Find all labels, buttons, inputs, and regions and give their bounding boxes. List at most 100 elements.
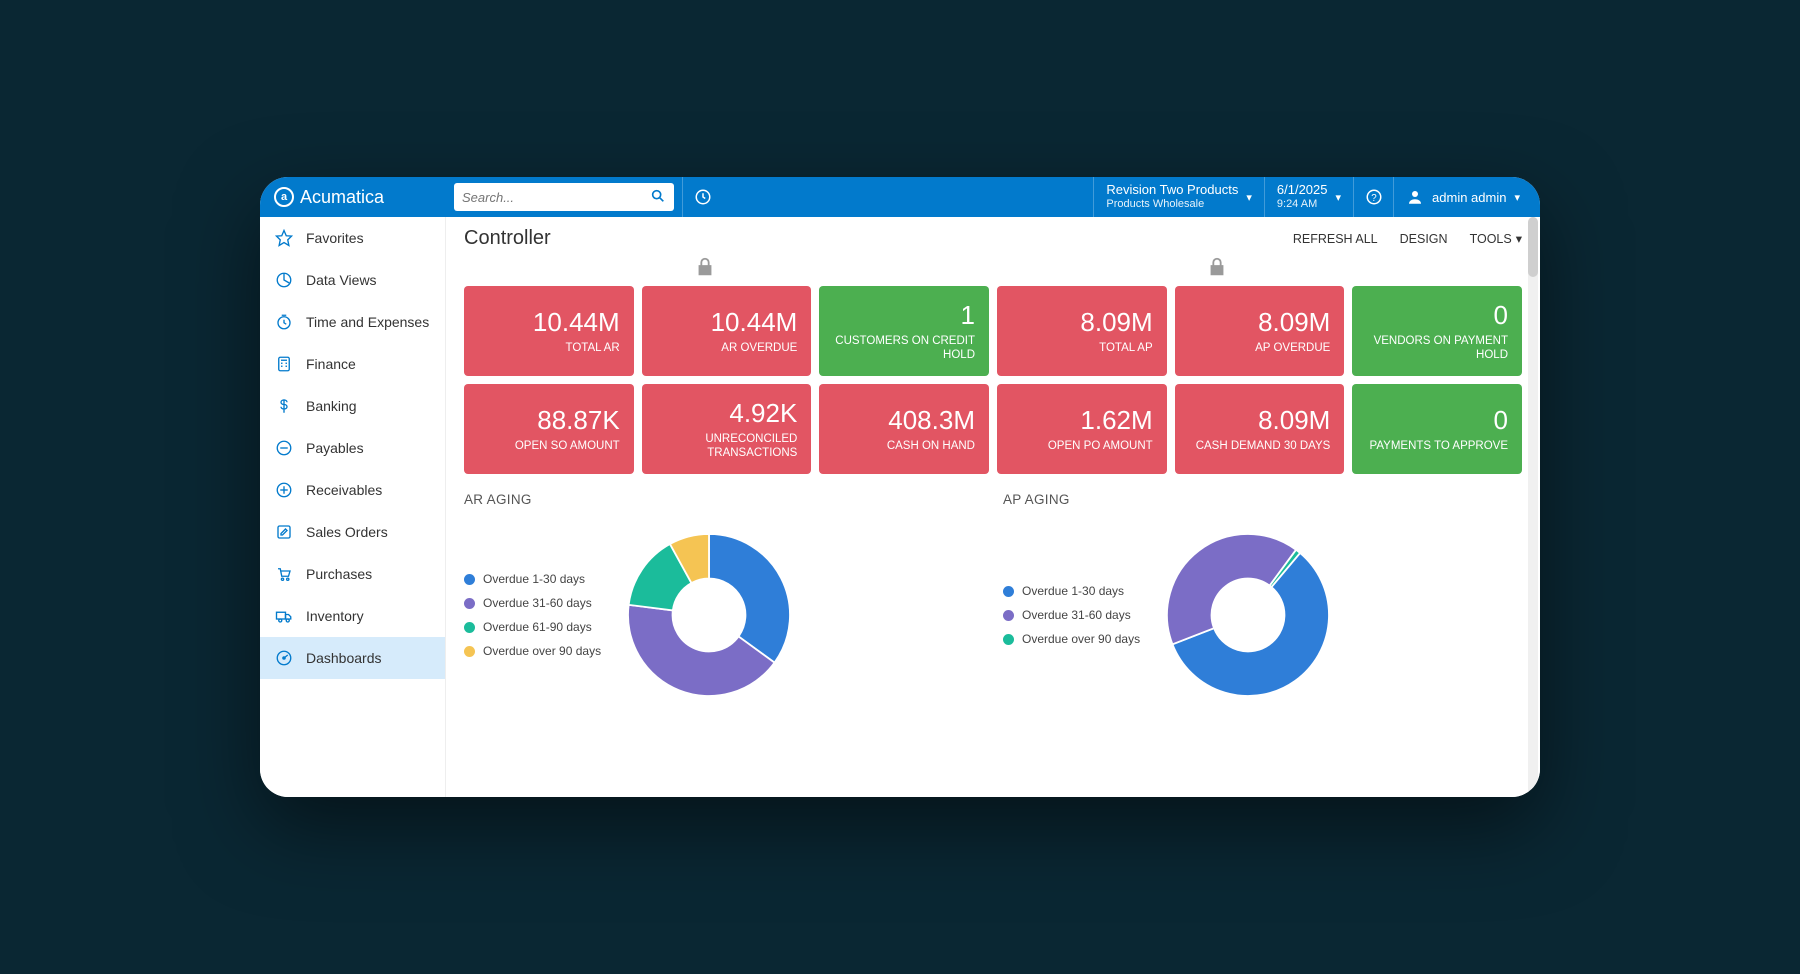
kpi-open-po-amount[interactable]: 1.62M OPEN PO AMOUNT: [997, 384, 1167, 474]
kpi-ar-overdue[interactable]: 10.44MAR OVERDUE: [642, 286, 812, 376]
kpi-label: UNRECONCILED TRANSACTIONS: [656, 433, 798, 461]
sidebar-item-purchases[interactable]: Purchases: [260, 553, 445, 595]
scrollbar-thumb[interactable]: [1528, 217, 1538, 277]
chevron-down-icon: ▾: [1336, 191, 1342, 204]
sidebar-item-payables[interactable]: Payables: [260, 427, 445, 469]
kpi-label: OPEN PO AMOUNT: [1048, 440, 1153, 454]
calc-icon: [274, 355, 294, 373]
chevron-down-icon: ▾: [1246, 191, 1252, 204]
sidebar-item-receivables[interactable]: Receivables: [260, 469, 445, 511]
sidebar-item-label: Purchases: [306, 566, 372, 582]
kpi-payments-to-approve[interactable]: 0 PAYMENTS TO APPROVE: [1352, 384, 1522, 474]
dollar-icon: [274, 397, 294, 415]
sidebar-item-label: Dashboards: [306, 650, 382, 666]
sidebar-item-label: Receivables: [306, 482, 382, 498]
company-selector[interactable]: Revision Two Products Products Wholesale…: [1093, 177, 1264, 217]
kpi-value: 8.09M: [1258, 405, 1330, 436]
tools-button[interactable]: TOOLS ▾: [1470, 231, 1522, 246]
history-button[interactable]: [682, 177, 722, 217]
search-input[interactable]: [462, 190, 650, 205]
sidebar-item-label: Sales Orders: [306, 524, 388, 540]
sidebar-item-inventory[interactable]: Inventory: [260, 595, 445, 637]
clock-icon: [274, 313, 294, 331]
business-date-value: 6/1/2025: [1277, 183, 1328, 198]
ap-aging-title: AP AGING: [1003, 492, 1522, 507]
kpi-value: 10.44M: [711, 307, 798, 338]
sidebar-item-label: Inventory: [306, 608, 364, 624]
kpi-label: PAYMENTS TO APPROVE: [1370, 440, 1508, 454]
kpi-row-1: 10.44MTOTAL AR10.44MAR OVERDUE1CUSTOMERS…: [464, 286, 1522, 376]
legend-dot: [464, 598, 475, 609]
sidebar-item-label: Data Views: [306, 272, 377, 288]
kpi-value: 408.3M: [888, 405, 975, 436]
kpi-value: 1.62M: [1080, 405, 1152, 436]
kpi-total-ap[interactable]: 8.09M TOTAL AP: [997, 286, 1167, 376]
user-name: admin admin: [1432, 190, 1506, 205]
truck-icon: [274, 607, 294, 625]
kpi-cash-on-hand[interactable]: 408.3MCASH ON HAND: [819, 384, 989, 474]
kpi-value: 10.44M: [533, 307, 620, 338]
kpi-open-so-amount[interactable]: 88.87KOPEN SO AMOUNT: [464, 384, 634, 474]
search-icon[interactable]: [650, 188, 666, 207]
legend-item[interactable]: Overdue over 90 days: [464, 644, 601, 658]
kpi-cash-demand-30-days[interactable]: 8.09MCASH DEMAND 30 DAYS: [1175, 384, 1345, 474]
charts-row: AR AGING Overdue 1-30 daysOverdue 31-60 …: [464, 492, 1522, 705]
body: Favorites Data Views Time and Expenses Fina…: [260, 217, 1540, 797]
legend-item[interactable]: Overdue 31-60 days: [464, 596, 601, 610]
refresh-all-button[interactable]: REFRESH ALL: [1293, 231, 1378, 246]
business-time-value: 9:24 AM: [1277, 198, 1328, 211]
legend-item[interactable]: Overdue 61-90 days: [464, 620, 601, 634]
legend-item[interactable]: Overdue over 90 days: [1003, 632, 1140, 646]
kpi-customers-on-credit-hold[interactable]: 1CUSTOMERS ON CREDIT HOLD: [819, 286, 989, 376]
plus-icon: [274, 481, 294, 499]
search-wrap: [446, 177, 682, 217]
locks-row: [464, 256, 1522, 286]
kpi-label: TOTAL AP: [1099, 342, 1152, 356]
kpi-total-ar[interactable]: 10.44MTOTAL AR: [464, 286, 634, 376]
pencil-icon: [274, 523, 294, 541]
kpi-ap-overdue[interactable]: 8.09M AP OVERDUE: [1175, 286, 1345, 376]
sidebar-item-label: Finance: [306, 356, 356, 372]
kpi-label: OPEN SO AMOUNT: [515, 440, 620, 454]
company-name: Revision Two Products: [1106, 183, 1238, 198]
sidebar-item-finance[interactable]: Finance: [260, 343, 445, 385]
kpi-unreconciled-transactions[interactable]: 4.92KUNRECONCILED TRANSACTIONS: [642, 384, 812, 474]
user-menu[interactable]: admin admin ▾: [1393, 177, 1540, 217]
scrollbar[interactable]: [1528, 217, 1538, 795]
legend-item[interactable]: Overdue 1-30 days: [464, 572, 601, 586]
legend-label: Overdue 61-90 days: [483, 620, 592, 634]
caret-down-icon: ▾: [1516, 231, 1522, 246]
search-box[interactable]: [454, 183, 674, 211]
sidebar-item-time-and-expenses[interactable]: Time and Expenses: [260, 301, 445, 343]
kpi-vendors-on-payment-hold[interactable]: 0VENDORS ON PAYMENT HOLD: [1352, 286, 1522, 376]
sidebar-item-dashboards[interactable]: Dashboards: [260, 637, 445, 679]
lock-icon: [1206, 256, 1228, 283]
kpi-value: 8.09M: [1080, 307, 1152, 338]
legend-item[interactable]: Overdue 31-60 days: [1003, 608, 1140, 622]
business-date[interactable]: 6/1/2025 9:24 AM ▾: [1264, 177, 1353, 217]
help-button[interactable]: ?: [1353, 177, 1393, 217]
kpi-value: 8.09M: [1258, 307, 1330, 338]
legend-dot: [1003, 634, 1014, 645]
kpi-value: 1: [961, 300, 975, 331]
ar-aging-panel: AR AGING Overdue 1-30 daysOverdue 31-60 …: [464, 492, 983, 705]
legend-label: Overdue 1-30 days: [483, 572, 585, 586]
legend-label: Overdue over 90 days: [483, 644, 601, 658]
kpi-label: AP OVERDUE: [1255, 342, 1330, 356]
sidebar-item-sales-orders[interactable]: Sales Orders: [260, 511, 445, 553]
sidebar: Favorites Data Views Time and Expenses Fina…: [260, 217, 446, 797]
sidebar-item-banking[interactable]: Banking: [260, 385, 445, 427]
ap-aging-panel: AP AGING Overdue 1-30 days Overdue 31-60 …: [1003, 492, 1522, 705]
legend-dot: [1003, 610, 1014, 621]
brand[interactable]: a Acumatica: [260, 187, 446, 208]
sidebar-item-favorites[interactable]: Favorites: [260, 217, 445, 259]
lock-icon: [694, 256, 716, 283]
kpi-value: 0: [1494, 405, 1508, 436]
kpi-value: 0: [1494, 300, 1508, 331]
svg-text:?: ?: [1371, 193, 1377, 204]
legend-item[interactable]: Overdue 1-30 days: [1003, 584, 1140, 598]
ar-aging-legend: Overdue 1-30 days Overdue 31-60 days Overd…: [464, 572, 601, 658]
sidebar-item-data-views[interactable]: Data Views: [260, 259, 445, 301]
design-button[interactable]: DESIGN: [1400, 231, 1448, 246]
brand-label: Acumatica: [300, 187, 384, 208]
